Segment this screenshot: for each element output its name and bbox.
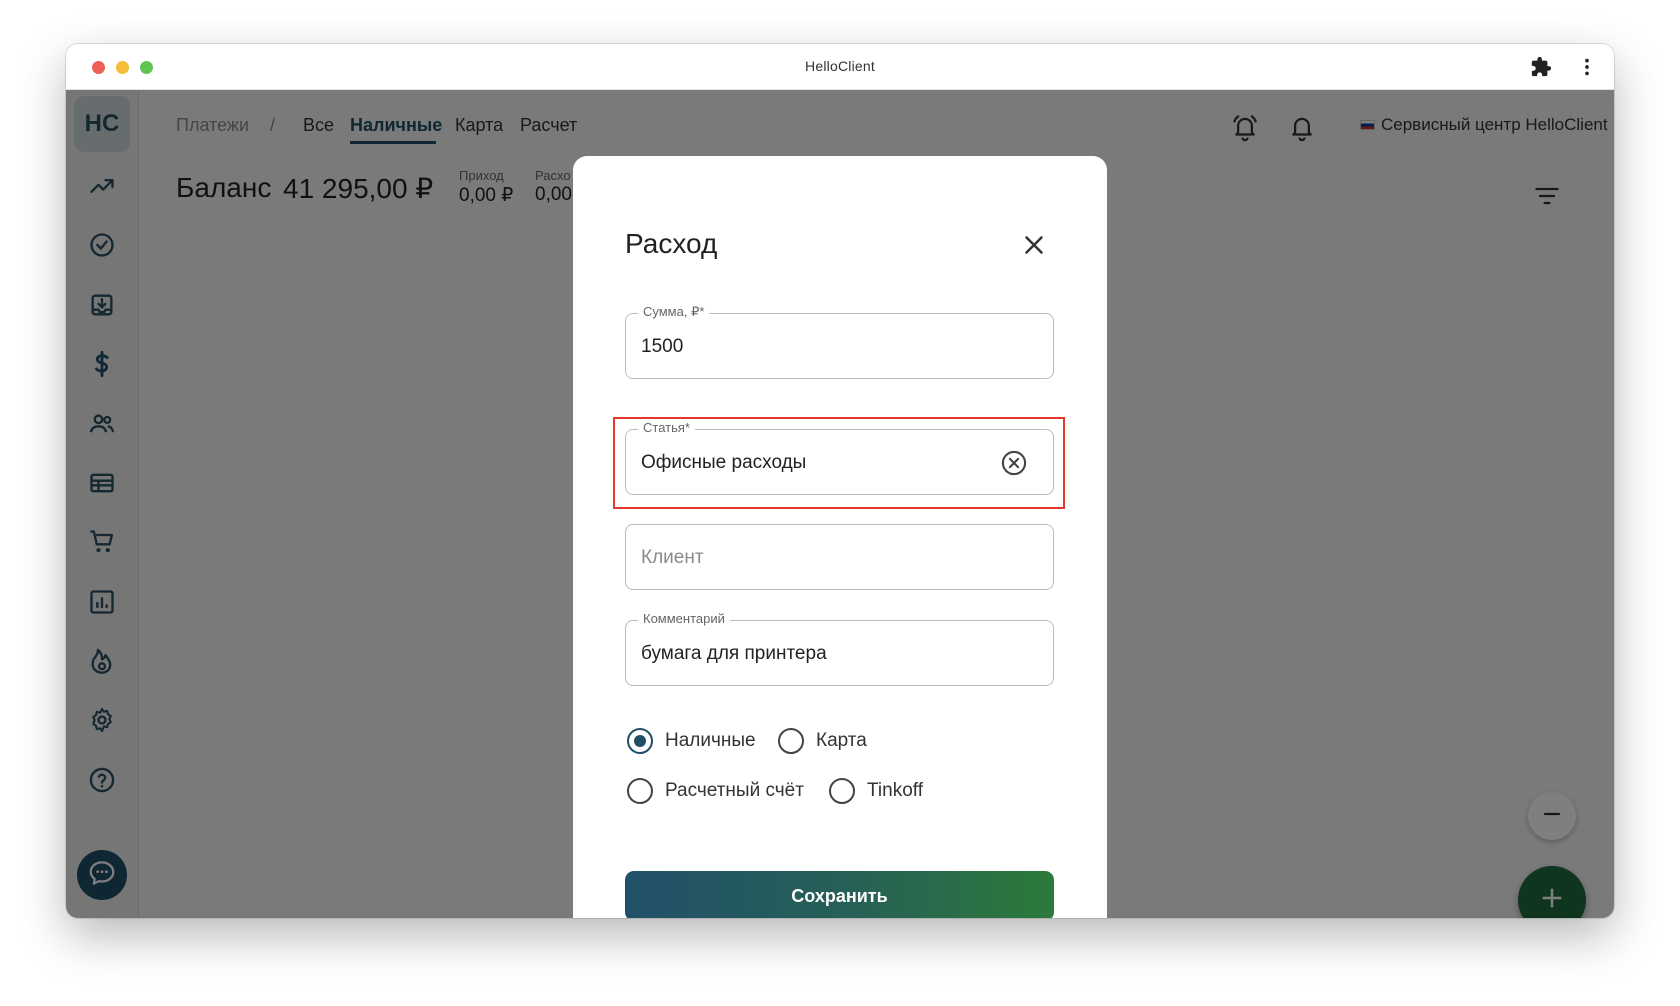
puzzle-icon[interactable] [1530, 56, 1552, 78]
radio-checked-icon [627, 728, 653, 754]
expense-dialog: Расход Сумма, ₽* 1500 Статья* Офисные ра… [573, 156, 1107, 918]
radio-unchecked-icon [829, 778, 855, 804]
radio-card-label: Карта [816, 730, 867, 751]
amount-value: 1500 [641, 336, 684, 357]
browser-window: HelloClient HC [66, 44, 1614, 918]
radio-unchecked-icon [778, 728, 804, 754]
radio-settlement-account[interactable]: Расчетный счёт [627, 778, 804, 804]
client-placeholder: Клиент [641, 547, 704, 568]
payment-method-group: Наличные Карта Расчетный счёт Tinkoff [625, 716, 1054, 826]
radio-tinkoff[interactable]: Tinkoff [829, 778, 923, 804]
article-field[interactable]: Статья* Офисные расходы [625, 420, 1054, 495]
close-icon[interactable] [1019, 230, 1049, 260]
radio-unchecked-icon [627, 778, 653, 804]
clear-icon[interactable] [1000, 449, 1028, 477]
dialog-title: Расход [625, 228, 718, 259]
app-area: HC [66, 90, 1614, 918]
radio-cash[interactable]: Наличные [627, 728, 756, 754]
amount-field[interactable]: Сумма, ₽* 1500 [625, 304, 1054, 379]
radio-card[interactable]: Карта [778, 728, 867, 754]
title-bar: HelloClient [66, 44, 1614, 90]
amount-label: Сумма, ₽* [638, 304, 710, 320]
client-field[interactable]: Клиент [625, 524, 1054, 590]
radio-settlement-label: Расчетный счёт [665, 780, 804, 801]
comment-value: бумага для принтера [641, 643, 827, 664]
window-title: HelloClient [805, 58, 875, 74]
more-vertical-icon[interactable] [1576, 56, 1598, 78]
comment-label: Комментарий [638, 611, 730, 626]
radio-cash-label: Наличные [665, 730, 756, 751]
radio-tinkoff-label: Tinkoff [867, 780, 923, 801]
comment-field[interactable]: Комментарий бумага для принтера [625, 611, 1054, 686]
article-label: Статья* [638, 420, 695, 435]
save-button[interactable]: Сохранить [625, 871, 1054, 918]
article-value: Офисные расходы [641, 452, 807, 473]
